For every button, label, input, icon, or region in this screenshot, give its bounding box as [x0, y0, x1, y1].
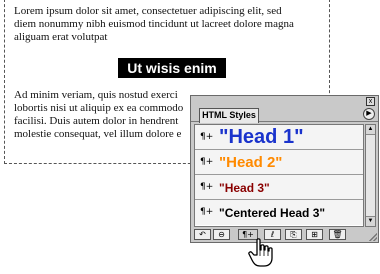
palette-toolbar: ↶ ⊖ ¶+ ℓ ⎘ ⊞ 🗑: [194, 229, 376, 241]
paragraph-style-icon: ¶+: [200, 207, 214, 217]
paragraph-line: Ad minim veriam, quis nostud exerci: [14, 89, 178, 101]
palette-tab-row: HTML Styles ▶: [191, 107, 378, 123]
close-icon[interactable]: x: [366, 97, 375, 106]
hand-cursor-icon: [248, 238, 273, 267]
style-row-centered-head-3[interactable]: ¶+ "Centered Head 3": [195, 200, 363, 225]
paragraph-line: lobortis nisi ut aliquip ex ea commodo: [14, 102, 184, 114]
style-label: "Head 3": [219, 181, 270, 195]
paragraph-line: Lorem ipsum dolor sit amet, consectetuer…: [14, 5, 282, 17]
paragraph-line: molestie consequat, vel illum dolore e: [14, 128, 182, 140]
scroll-down-icon[interactable]: ▼: [366, 216, 375, 226]
scroll-up-icon[interactable]: ▲: [366, 125, 375, 135]
new-style-icon[interactable]: ⊞: [306, 229, 323, 240]
style-label: "Head 1": [219, 126, 304, 148]
selected-heading[interactable]: Ut wisis enim: [118, 58, 226, 78]
paragraph-line: facilisi. Duis autem dolor in hendrent: [14, 115, 179, 127]
styles-list: ¶+ "Head 1" ¶+ "Head 2" ¶+ "Head 3" ¶+ "…: [194, 124, 364, 227]
styles-scrollbar[interactable]: ▲ ▼: [365, 124, 376, 227]
style-label: "Centered Head 3": [219, 206, 326, 220]
palette-menu-icon[interactable]: ▶: [363, 108, 375, 120]
html-styles-palette: x HTML Styles ▶ ¶+ "Head 1" ¶+ "Head 2" …: [190, 95, 379, 243]
paragraph-style-icon: ¶+: [200, 132, 214, 142]
style-row-head-1[interactable]: ¶+ "Head 1": [195, 125, 363, 150]
paragraph-line: aliguam erat volutpat: [14, 31, 108, 43]
style-row-head-3[interactable]: ¶+ "Head 3": [195, 175, 363, 200]
paragraph-line: diem nonummy nibh euismod tincidunt ut l…: [14, 18, 294, 30]
clear-style-icon[interactable]: ⊖: [213, 229, 230, 240]
tab-html-styles[interactable]: HTML Styles: [199, 108, 259, 123]
palette-titlebar[interactable]: x: [191, 96, 378, 107]
style-label: "Head 2": [219, 154, 283, 171]
paragraph-style-icon: ¶+: [200, 157, 214, 167]
duplicate-style-icon[interactable]: ⎘: [285, 229, 302, 240]
style-row-head-2[interactable]: ¶+ "Head 2": [195, 150, 363, 175]
paragraph-style-icon: ¶+: [200, 182, 214, 192]
resize-grip-icon[interactable]: [369, 233, 377, 241]
trash-icon[interactable]: 🗑: [329, 229, 346, 240]
undo-icon[interactable]: ↶: [194, 229, 211, 240]
